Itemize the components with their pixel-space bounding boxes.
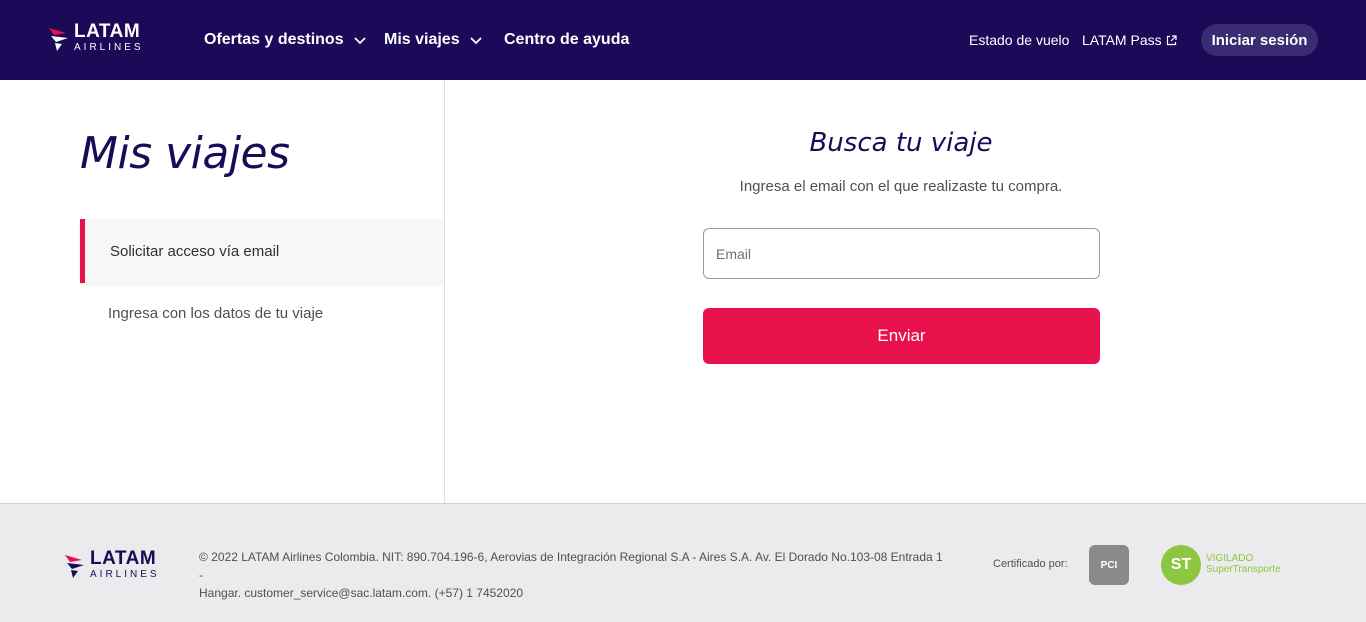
latam-logo-icon — [49, 27, 68, 51]
legal-line: © 2022 LATAM Airlines Colombia. NIT: 890… — [199, 550, 943, 582]
nav-ofertas-y-destinos[interactable]: Ofertas y destinos — [204, 0, 366, 80]
chevron-down-icon — [353, 37, 366, 45]
nav-label: Mis viajes — [384, 31, 460, 48]
supertransporte-text: VIGILADO SuperTransporte — [1206, 553, 1281, 575]
supertransporte-badge: ST — [1161, 545, 1201, 585]
st-line: VIGILADO — [1206, 553, 1254, 564]
certified-by-label: Certificado por: — [993, 558, 1068, 570]
logo-subtitle: AIRLINES — [74, 42, 144, 53]
link-label: Estado de vuelo — [969, 32, 1070, 48]
nav-label: Ofertas y destinos — [204, 31, 344, 48]
column-divider — [444, 80, 445, 503]
pci-certification-badge: PCI — [1089, 545, 1129, 585]
chevron-down-icon — [469, 37, 482, 45]
send-button[interactable]: Enviar — [703, 308, 1100, 364]
latam-logo[interactable]: LATAM AIRLINES — [48, 22, 144, 53]
link-label: LATAM Pass — [1082, 32, 1162, 48]
page-title: Mis viajes — [80, 128, 290, 179]
login-button[interactable]: Iniciar sesión — [1201, 24, 1318, 56]
nav-label: Centro de ayuda — [504, 31, 630, 48]
top-header: LATAM AIRLINES Ofertas y destinos Mis vi… — [0, 0, 1366, 80]
logo-subtitle: AIRLINES — [90, 569, 160, 580]
estado-de-vuelo-link[interactable]: Estado de vuelo — [969, 0, 1069, 80]
sidebar-item-trip-data[interactable]: Ingresa con los datos de tu viaje — [108, 305, 323, 322]
form-subtitle: Ingresa el email con el que realizaste t… — [739, 178, 1063, 195]
external-link-icon — [1166, 34, 1177, 45]
nav-mis-viajes[interactable]: Mis viajes — [384, 0, 482, 80]
footer-legal-text: © 2022 LATAM Airlines Colombia. NIT: 890… — [199, 548, 944, 602]
form-title: Busca tu viaje — [809, 128, 993, 158]
footer-latam-logo[interactable]: LATAM AIRLINES — [64, 549, 160, 580]
latam-logo-icon — [65, 554, 84, 578]
sidebar-item-label: Ingresa con los datos de tu viaje — [108, 305, 324, 322]
nav-centro-de-ayuda[interactable]: Centro de ayuda — [504, 0, 629, 80]
logo-wordmark: LATAM — [90, 548, 157, 569]
sidebar-item-label: Solicitar acceso vía email — [110, 242, 280, 260]
st-line: SuperTransporte — [1206, 564, 1281, 575]
email-field[interactable] — [703, 228, 1100, 279]
latam-pass-link[interactable]: LATAM Pass — [1082, 0, 1177, 80]
footer: LATAM AIRLINES © 2022 LATAM Airlines Col… — [0, 503, 1366, 622]
sidebar-item-email-access[interactable]: Solicitar acceso vía email — [80, 219, 443, 283]
legal-line: Hangar. customer_service@sac.latam.com. … — [199, 586, 524, 600]
logo-wordmark: LATAM — [74, 21, 141, 42]
